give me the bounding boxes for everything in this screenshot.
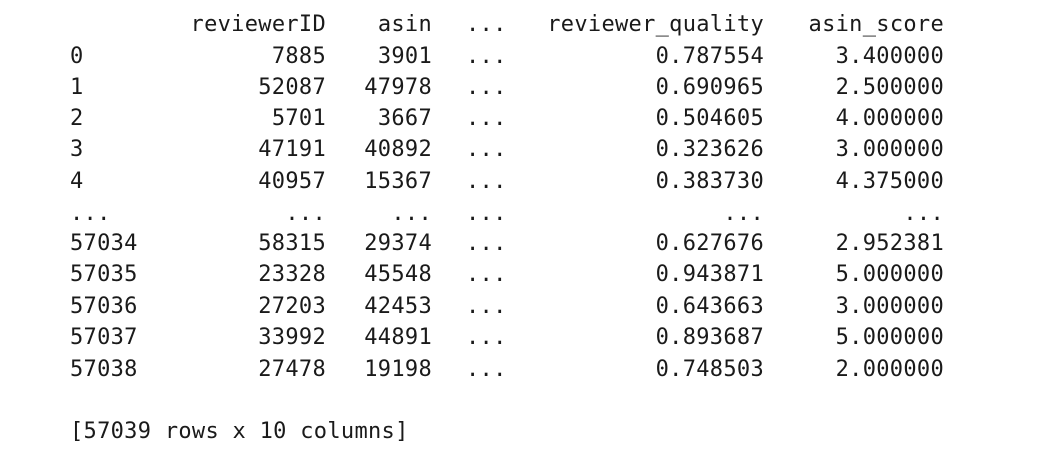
cell-asin-score: 5.000000: [835, 325, 944, 350]
cell-asin-score: 3.000000: [835, 294, 944, 319]
cell-reviewerid: 47191: [258, 137, 326, 162]
row-index: 57038: [70, 357, 138, 382]
table-header: reviewerID asin ... reviewer_quality asi…: [0, 9, 1038, 40]
cell-ellipsis: ...: [466, 294, 507, 319]
row-index: 57037: [70, 325, 138, 350]
cell-reviewerid: 23328: [258, 262, 326, 287]
cell-asin-score: 5.000000: [835, 262, 944, 287]
table-row: 4 40957 15367 ... 0.383730 4.375000: [0, 166, 1038, 197]
row-index: 2: [70, 106, 84, 131]
cell-reviewerid: 58315: [258, 231, 326, 256]
cell-reviewer-quality: 0.627676: [655, 231, 764, 256]
cell-ellipsis: ...: [466, 262, 507, 287]
cell-reviewerid: 5701: [271, 106, 326, 131]
table-row: 57035 23328 45548 ... 0.943871 5.000000: [0, 259, 1038, 290]
cell-reviewerid: 40957: [258, 169, 326, 194]
cell-reviewer-quality: ...: [723, 201, 764, 226]
column-header-ellipsis: ...: [466, 12, 507, 37]
cell-asin: 45548: [364, 262, 432, 287]
row-index: 57034: [70, 231, 138, 256]
cell-reviewerid: 33992: [258, 325, 326, 350]
cell-ellipsis: ...: [466, 357, 507, 382]
cell-asin: 29374: [364, 231, 432, 256]
table-row: 0 7885 3901 ... 0.787554 3.400000: [0, 41, 1038, 72]
column-header-reviewerid: reviewerID: [190, 12, 326, 37]
cell-asin: 3901: [377, 44, 432, 69]
cell-ellipsis: ...: [466, 75, 507, 100]
table-row-truncated: ... ... ... ... ... ...: [0, 198, 1038, 229]
table-row: 57036 27203 42453 ... 0.643663 3.000000: [0, 291, 1038, 322]
cell-reviewer-quality: 0.504605: [655, 106, 764, 131]
cell-ellipsis: ...: [466, 106, 507, 131]
table-row: 2 5701 3667 ... 0.504605 4.000000: [0, 103, 1038, 134]
cell-reviewerid: 27203: [258, 294, 326, 319]
cell-ellipsis: ...: [466, 201, 507, 226]
cell-asin: 47978: [364, 75, 432, 100]
column-header-asin-score: asin_score: [808, 12, 944, 37]
cell-reviewerid: 52087: [258, 75, 326, 100]
table-row: 57034 58315 29374 ... 0.627676 2.952381: [0, 228, 1038, 259]
cell-asin-score: 4.375000: [835, 169, 944, 194]
cell-ellipsis: ...: [466, 231, 507, 256]
cell-reviewerid: 27478: [258, 357, 326, 382]
cell-ellipsis: ...: [466, 169, 507, 194]
column-header-reviewer-quality: reviewer_quality: [547, 12, 764, 37]
cell-asin-score: 2.500000: [835, 75, 944, 100]
cell-reviewer-quality: 0.893687: [655, 325, 764, 350]
row-index: 4: [70, 169, 84, 194]
cell-reviewer-quality: 0.383730: [655, 169, 764, 194]
cell-asin: 44891: [364, 325, 432, 350]
cell-ellipsis: ...: [466, 44, 507, 69]
cell-asin-score: 2.000000: [835, 357, 944, 382]
cell-asin: 3667: [377, 106, 432, 131]
table-row: 3 47191 40892 ... 0.323626 3.000000: [0, 134, 1038, 165]
column-header-asin: asin: [377, 12, 432, 37]
cell-reviewer-quality: 0.943871: [655, 262, 764, 287]
row-index: 57036: [70, 294, 138, 319]
cell-asin-score: 3.400000: [835, 44, 944, 69]
table-row: 1 52087 47978 ... 0.690965 2.500000: [0, 72, 1038, 103]
table-summary: [57039 rows x 10 columns]: [70, 419, 409, 444]
cell-ellipsis: ...: [466, 325, 507, 350]
cell-reviewerid: ...: [285, 201, 326, 226]
cell-reviewer-quality: 0.323626: [655, 137, 764, 162]
cell-reviewer-quality: 0.748503: [655, 357, 764, 382]
cell-asin: 40892: [364, 137, 432, 162]
cell-reviewer-quality: 0.690965: [655, 75, 764, 100]
cell-reviewerid: 7885: [271, 44, 326, 69]
table-row: 57038 27478 19198 ... 0.748503 2.000000: [0, 354, 1038, 385]
cell-asin-score: 2.952381: [835, 231, 944, 256]
cell-asin: 15367: [364, 169, 432, 194]
row-index: 57035: [70, 262, 138, 287]
cell-asin: 42453: [364, 294, 432, 319]
cell-asin: ...: [391, 201, 432, 226]
cell-asin-score: ...: [903, 201, 944, 226]
cell-asin: 19198: [364, 357, 432, 382]
table-row: 57037 33992 44891 ... 0.893687 5.000000: [0, 322, 1038, 353]
cell-ellipsis: ...: [466, 137, 507, 162]
cell-reviewer-quality: 0.643663: [655, 294, 764, 319]
row-index: 3: [70, 137, 84, 162]
dataframe-output: reviewerID asin ... reviewer_quality asi…: [0, 0, 1038, 464]
row-index: ...: [70, 201, 111, 226]
cell-asin-score: 4.000000: [835, 106, 944, 131]
cell-asin-score: 3.000000: [835, 137, 944, 162]
cell-reviewer-quality: 0.787554: [655, 44, 764, 69]
row-index: 0: [70, 44, 84, 69]
row-index: 1: [70, 75, 84, 100]
